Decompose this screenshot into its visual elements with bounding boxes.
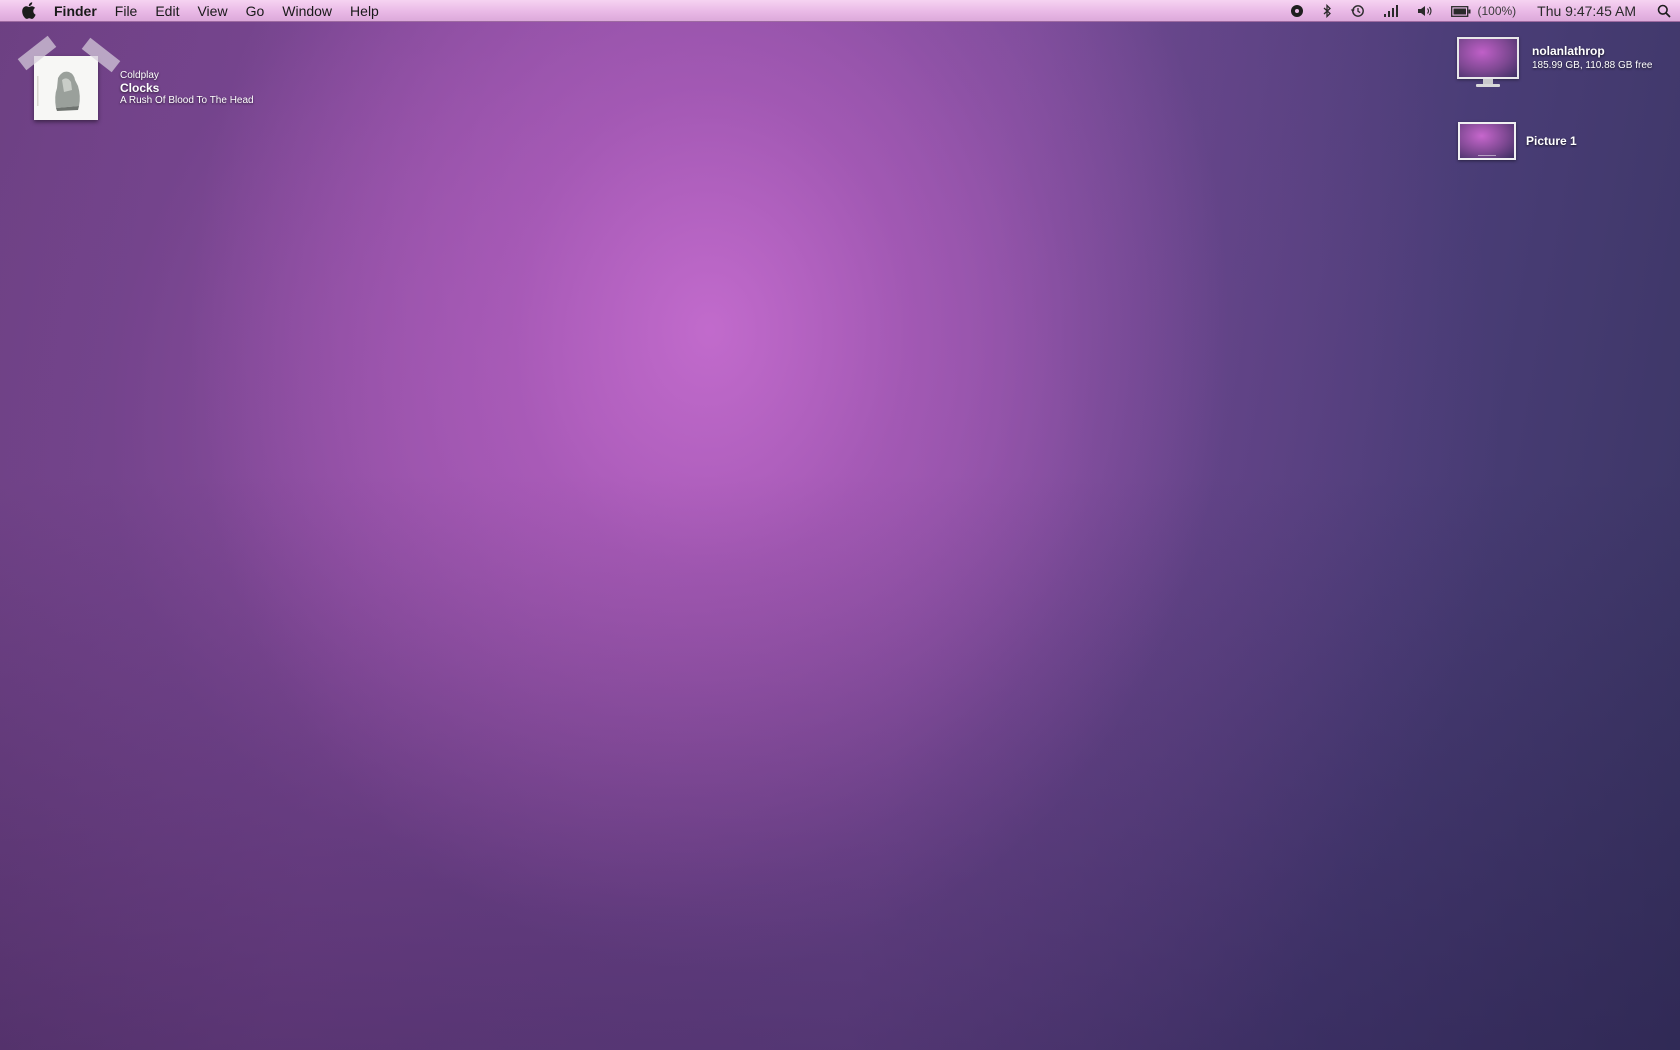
time-machine-icon	[1351, 5, 1365, 17]
battery-icon	[1451, 5, 1471, 17]
hard-drive-icon	[1456, 37, 1522, 89]
battery-status[interactable]	[1442, 0, 1475, 22]
picture-label: Picture 1	[1526, 134, 1577, 148]
track-info: Coldplay Clocks A Rush Of Blood To The H…	[120, 70, 254, 107]
menu-bar: Finder File Edit View Go Window Help (10…	[0, 0, 1680, 22]
track-artist: Coldplay	[120, 70, 159, 81]
bluetooth-status[interactable]	[1313, 0, 1341, 22]
desktop-item-picture[interactable]: Picture 1	[1458, 122, 1577, 160]
wifi-signal-icon	[1384, 5, 1399, 17]
signal-status[interactable]	[1374, 0, 1408, 22]
menu-bar-clock[interactable]: Thu 9:47:45 AM	[1525, 0, 1648, 22]
hard-drive-label: nolanlathrop 185.99 GB, 110.88 GB free	[1532, 44, 1652, 71]
bluetooth-icon	[1324, 4, 1332, 18]
track-title: Clocks	[120, 80, 160, 95]
volume-status[interactable]	[1408, 0, 1442, 22]
menu-window[interactable]: Window	[273, 0, 341, 22]
record-status[interactable]	[1281, 0, 1313, 22]
menu-edit[interactable]: Edit	[146, 0, 188, 22]
volume-icon	[1418, 6, 1433, 16]
apple-menu[interactable]	[8, 0, 48, 22]
time-machine-status[interactable]	[1341, 0, 1374, 22]
spotlight-button[interactable]	[1648, 0, 1680, 22]
menu-bar-extras: (100%) Thu 9:47:45 AM	[1281, 0, 1680, 22]
track-album: A Rush Of Blood To The Head	[120, 95, 254, 107]
hard-drive-info: 185.99 GB, 110.88 GB free	[1532, 59, 1653, 71]
menu-bar-left: Finder File Edit View Go Window Help	[0, 0, 388, 22]
battery-percentage[interactable]: (100%)	[1475, 0, 1525, 22]
menu-go[interactable]: Go	[237, 0, 274, 22]
picture-thumbnail-icon	[1458, 122, 1516, 160]
spotlight-search-icon	[1657, 4, 1671, 18]
menu-finder[interactable]: Finder	[48, 0, 106, 22]
album-cover	[34, 56, 98, 120]
menu-file[interactable]: File	[106, 0, 147, 22]
album-art-figure-icon	[34, 56, 98, 120]
menu-help[interactable]: Help	[341, 0, 388, 22]
now-playing-widget[interactable]: Coldplay Clocks A Rush Of Blood To The H…	[16, 35, 256, 126]
menu-view[interactable]: View	[188, 0, 236, 22]
hard-drive-name: nolanlathrop	[1532, 43, 1605, 58]
desktop-item-hard-drive[interactable]: nolanlathrop 185.99 GB, 110.88 GB free	[1456, 37, 1652, 89]
apple-icon	[21, 2, 36, 19]
picture-name: Picture 1	[1526, 134, 1577, 148]
record-icon	[1291, 5, 1304, 17]
